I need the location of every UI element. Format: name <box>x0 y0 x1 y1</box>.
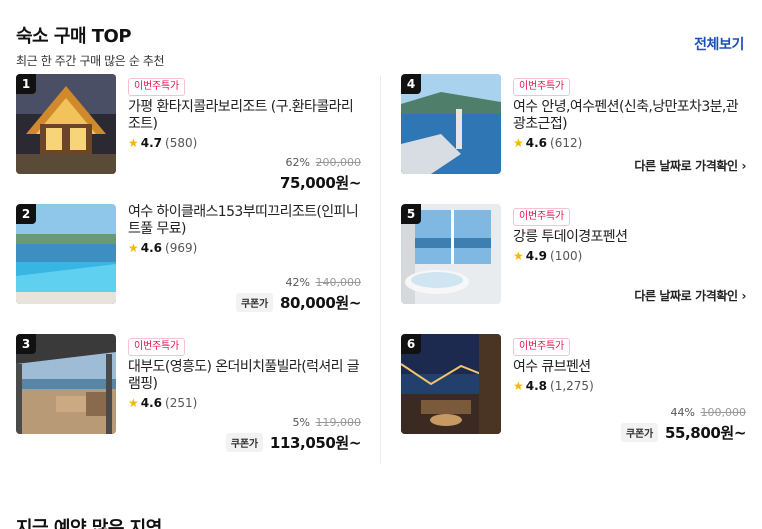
product-card-2[interactable]: 2 여수 하이클래스153부띠끄리조트(인피니트풀 무료) ★ 4.6 (969… <box>16 204 361 316</box>
chevron-right-icon: › <box>741 159 746 173</box>
rating: ★ 4.6 (612) <box>513 136 746 150</box>
original-price: 100,000 <box>700 406 747 419</box>
rating-score: 4.9 <box>525 249 548 263</box>
product-image[interactable]: 6 <box>401 334 501 434</box>
deal-badge: 이번주특가 <box>128 78 185 96</box>
star-icon: ★ <box>128 136 139 150</box>
review-count: (612) <box>550 136 583 150</box>
product-name[interactable]: 여수 큐브펜션 <box>513 359 746 376</box>
check-other-date-link[interactable]: 다른 날짜로 가격확인 › <box>634 287 746 304</box>
rating: ★ 4.6 (969) <box>128 241 361 255</box>
deal-badge: 이번주특가 <box>513 338 570 356</box>
original-price: 119,000 <box>315 416 362 429</box>
product-name[interactable]: 여수 안녕,여수펜션(신축,낭만포차3분,관광초근접) <box>513 99 746 133</box>
rank-badge: 1 <box>16 74 36 94</box>
rating-score: 4.8 <box>525 379 548 393</box>
column-divider <box>380 76 381 464</box>
discount-rate: 42% <box>285 276 310 289</box>
star-icon: ★ <box>513 379 524 393</box>
star-icon: ★ <box>128 396 139 410</box>
rating-score: 4.7 <box>140 136 163 150</box>
rating: ★ 4.9 (100) <box>513 249 746 263</box>
review-count: (969) <box>165 241 198 255</box>
star-icon: ★ <box>513 136 524 150</box>
rating-score: 4.6 <box>140 241 163 255</box>
sale-price: 55,800원~ <box>664 424 746 442</box>
product-info: 이번주특가 가평 환타지콜라보리조트 (구.환타콜라리조트) ★ 4.7 (58… <box>128 74 361 150</box>
product-card-4[interactable]: 4 이번주특가 여수 안녕,여수펜션(신축,낭만포차3분,관광초근접) ★ 4.… <box>401 74 746 186</box>
rating-score: 4.6 <box>525 136 548 150</box>
section-subtitle: 최근 한 주간 구매 많은 순 추천 <box>16 54 165 68</box>
discount-rate: 62% <box>285 156 310 169</box>
discount-rate: 44% <box>670 406 695 419</box>
sale-price: 113,050원~ <box>269 434 361 452</box>
check-other-date-label: 다른 날짜로 가격확인 <box>634 289 738 303</box>
rank-badge: 6 <box>401 334 421 354</box>
sale-price: 75,000원~ <box>279 174 361 192</box>
original-price: 140,000 <box>315 276 362 289</box>
product-card-3[interactable]: 3 이번주특가 대부도(영흥도) 온더비치풀빌라(럭셔리 글램핑) ★ 4.6 … <box>16 334 361 452</box>
deal-badge: 이번주특가 <box>513 208 570 226</box>
price-box: 5% 119,000 쿠폰가 113,050원~ <box>225 416 362 453</box>
rating: ★ 4.8 (1,275) <box>513 379 746 393</box>
chevron-right-icon: › <box>741 289 746 303</box>
original-price: 200,000 <box>315 156 362 169</box>
star-icon: ★ <box>513 249 524 263</box>
sale-price: 80,000원~ <box>279 294 361 312</box>
next-section-title: 지금 예약 많은 지역 <box>16 518 162 529</box>
discount-rate: 5% <box>292 416 310 429</box>
deal-badge: 이번주특가 <box>513 78 570 96</box>
price-box: 42% 140,000 쿠폰가 80,000원~ <box>235 276 362 313</box>
product-card-6[interactable]: 6 이번주특가 여수 큐브펜션 ★ 4.8 (1,275) 44% 100,00… <box>401 334 746 446</box>
rating: ★ 4.7 (580) <box>128 136 361 150</box>
product-card-5[interactable]: 5 이번주특가 강릉 투데이경포펜션 ★ 4.9 (100) 다른 날짜로 가격… <box>401 204 746 316</box>
check-other-date-link[interactable]: 다른 날짜로 가격확인 › <box>634 157 746 174</box>
rank-badge: 5 <box>401 204 421 224</box>
product-info: 이번주특가 강릉 투데이경포펜션 ★ 4.9 (100) <box>513 204 746 263</box>
product-image[interactable]: 1 <box>16 74 116 174</box>
review-count: (100) <box>550 249 583 263</box>
product-info: 이번주특가 여수 큐브펜션 ★ 4.8 (1,275) <box>513 334 746 393</box>
price-box: 62% 200,000 75,000원~ <box>280 156 361 193</box>
product-card-1[interactable]: 1 이번주특가 가평 환타지콜라보리조트 (구.환타콜라리조트) ★ 4.7 (… <box>16 74 361 192</box>
product-name[interactable]: 대부도(영흥도) 온더비치풀빌라(럭셔리 글램핑) <box>128 359 361 393</box>
review-count: (251) <box>165 396 198 410</box>
rank-badge: 3 <box>16 334 36 354</box>
coupon-badge: 쿠폰가 <box>225 433 263 452</box>
product-name[interactable]: 강릉 투데이경포펜션 <box>513 229 746 246</box>
section-header: 숙소 구매 TOP 최근 한 주간 구매 많은 순 추천 <box>16 22 165 69</box>
coupon-badge: 쿠폰가 <box>235 293 273 312</box>
rank-badge: 4 <box>401 74 421 94</box>
product-image[interactable]: 5 <box>401 204 501 304</box>
price-box: 44% 100,000 쿠폰가 55,800원~ <box>620 406 747 443</box>
rank-badge: 2 <box>16 204 36 224</box>
product-image[interactable]: 2 <box>16 204 116 304</box>
product-image[interactable]: 3 <box>16 334 116 434</box>
product-image[interactable]: 4 <box>401 74 501 174</box>
product-name[interactable]: 가평 환타지콜라보리조트 (구.환타콜라리조트) <box>128 99 361 133</box>
view-all-link[interactable]: 전체보기 <box>694 34 744 54</box>
rating: ★ 4.6 (251) <box>128 396 361 410</box>
product-info: 여수 하이클래스153부띠끄리조트(인피니트풀 무료) ★ 4.6 (969) <box>128 204 361 255</box>
review-count: (1,275) <box>550 379 594 393</box>
review-count: (580) <box>165 136 198 150</box>
deal-badge: 이번주특가 <box>128 338 185 356</box>
product-info: 이번주특가 여수 안녕,여수펜션(신축,낭만포차3분,관광초근접) ★ 4.6 … <box>513 74 746 150</box>
section-title: 숙소 구매 TOP <box>16 26 132 47</box>
product-name[interactable]: 여수 하이클래스153부띠끄리조트(인피니트풀 무료) <box>128 204 361 238</box>
product-info: 이번주특가 대부도(영흥도) 온더비치풀빌라(럭셔리 글램핑) ★ 4.6 (2… <box>128 334 361 410</box>
coupon-badge: 쿠폰가 <box>620 423 658 442</box>
star-icon: ★ <box>128 241 139 255</box>
rating-score: 4.6 <box>140 396 163 410</box>
check-other-date-label: 다른 날짜로 가격확인 <box>634 159 738 173</box>
